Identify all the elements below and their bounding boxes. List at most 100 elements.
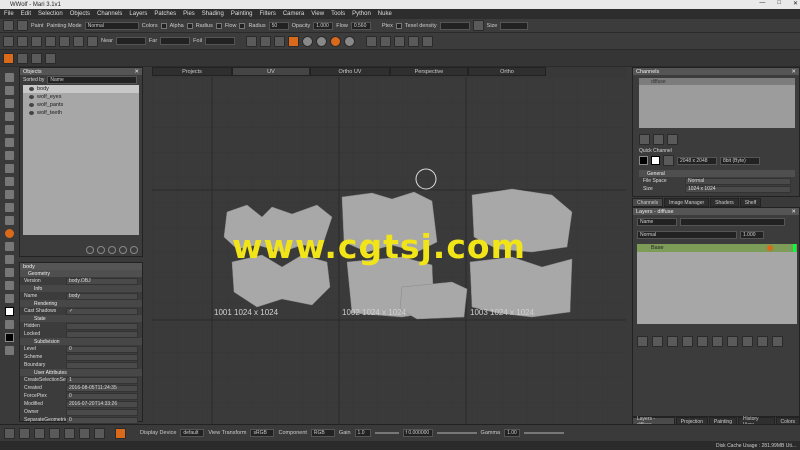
properties-section[interactable]: Rendering [20,300,142,307]
scale-icon[interactable] [64,427,75,439]
menu-tools[interactable]: Tools [331,11,345,17]
flow-input[interactable]: 0.560 [350,21,371,30]
mirror-icon[interactable] [87,35,98,47]
flatten-layer-icon[interactable] [727,336,738,347]
wand-tool-icon[interactable] [4,151,14,160]
close-icon[interactable]: ✕ [791,209,796,215]
paint-through-icon[interactable] [4,112,14,121]
size-select[interactable] [500,21,529,30]
general-section[interactable]: General [639,170,795,177]
gain-input[interactable]: 1.0 [354,429,371,437]
list-item[interactable]: body [23,85,139,93]
gain-slider[interactable] [374,432,399,434]
add-channel-icon[interactable] [639,134,650,145]
layer-filter-input[interactable] [680,218,785,226]
swap-colors-icon[interactable] [4,320,14,329]
channel-size-select[interactable]: 2048 x 2048 [677,156,717,165]
close-icon[interactable]: ✕ [791,69,796,75]
add-layer-icon[interactable] [637,336,648,347]
eye-icon[interactable] [29,103,34,107]
brush-icon[interactable] [3,20,14,31]
color-manage-icon[interactable] [115,427,126,439]
menu-channels[interactable]: Channels [97,11,122,17]
lock-layer-icon[interactable] [742,336,753,347]
menu-painting[interactable]: Painting [231,11,253,17]
component-select[interactable]: RGB [310,429,335,437]
shading-toggle-icon[interactable] [260,35,272,47]
frame-all-icon[interactable] [422,35,434,47]
light-icon[interactable] [73,35,84,47]
undo-icon[interactable] [4,427,15,439]
eye-icon[interactable] [29,95,34,99]
menu-objects[interactable]: Objects [70,11,90,17]
tab-ortho[interactable]: Ortho [468,67,546,76]
tab-shelf[interactable]: Shelf [739,198,762,207]
background-color-swatch[interactable] [4,333,14,342]
near-input[interactable] [115,37,146,45]
list-item[interactable]: wolf_pants [23,101,139,109]
lock-icon[interactable] [119,246,127,254]
shading-flat-icon[interactable] [246,35,258,47]
rotate-icon[interactable] [49,427,60,439]
fstop-input[interactable]: f 0.000000 [402,429,433,437]
grid-icon[interactable] [31,35,42,47]
layer-item[interactable]: Base [637,244,797,252]
menu-edit[interactable]: Edit [21,11,31,17]
property-value[interactable]: 0 [66,392,138,400]
smudge-tool-icon[interactable] [4,190,14,199]
delete-layer-icon[interactable] [772,336,783,347]
move-icon[interactable] [408,35,420,47]
colors-checkbox[interactable] [160,22,167,29]
far-input[interactable] [160,37,191,45]
basic-shade-icon[interactable] [316,35,328,47]
viewport[interactable]: Projects UV Ortho UV Perspective Ortho 1… [152,67,626,424]
foil-input[interactable] [205,37,236,45]
gamma-input[interactable]: 1.00 [504,429,521,437]
tab-uv[interactable]: UV [232,67,310,76]
hand-tool-icon[interactable] [4,138,14,147]
channel-settings-icon[interactable] [667,134,678,145]
close-icon[interactable]: ✕ [134,69,139,75]
eye-icon[interactable] [29,111,34,115]
paint-tool-icon[interactable] [3,52,14,64]
menu-pies[interactable]: Pies [183,11,195,17]
menu-layers[interactable]: Layers [129,11,147,17]
add-object-icon[interactable] [86,246,94,254]
tab-image-manager[interactable]: Image Manager [664,198,710,207]
adjustment-layer-icon[interactable] [652,336,663,347]
checker-swatch-icon[interactable] [663,155,674,166]
eyedropper-tool-icon[interactable] [4,294,14,303]
layer-opacity-input[interactable]: 1.000 [740,231,764,239]
current-shader-icon[interactable] [330,35,342,47]
gradient-tool-icon[interactable] [4,268,14,277]
opacity-input[interactable]: 1.000 [313,21,334,30]
properties-section[interactable]: User Attributes [20,369,142,376]
group-layer-icon[interactable] [682,336,693,347]
radius-lock-checkbox[interactable] [239,22,246,29]
blend-mode-select[interactable]: Normal [637,231,737,239]
select-tool-icon[interactable] [4,73,14,82]
paint-brush-tool-icon[interactable] [4,229,14,238]
eraser-tool-icon[interactable] [4,242,14,251]
list-item[interactable]: wolf_eyes [23,93,139,101]
property-value[interactable]: 2016-07-20T14:33:26 [66,400,138,408]
properties-section[interactable]: State [20,315,142,322]
minimize-button[interactable]: — [759,0,765,7]
visibility-icon[interactable] [108,246,116,254]
zoom-tool-icon[interactable] [4,125,14,134]
center-icon[interactable] [380,35,392,47]
mask-layer-icon[interactable] [697,336,708,347]
wireframe-icon[interactable] [274,35,286,47]
painting-mode-select[interactable]: Normal [84,21,139,30]
merge-layer-icon[interactable] [712,336,723,347]
property-value[interactable] [66,361,138,369]
menu-file[interactable]: File [4,11,14,17]
projection-tool-icon[interactable] [17,52,28,64]
cube-icon[interactable] [45,35,56,47]
channel-depth-select[interactable]: 8bit (Byte) [720,156,760,165]
shape-tool-icon[interactable] [4,281,14,290]
duplicate-channel-icon[interactable] [653,134,664,145]
procedural-layer-icon[interactable] [667,336,678,347]
sphere-icon[interactable] [59,35,70,47]
property-value[interactable]: body [66,292,138,300]
